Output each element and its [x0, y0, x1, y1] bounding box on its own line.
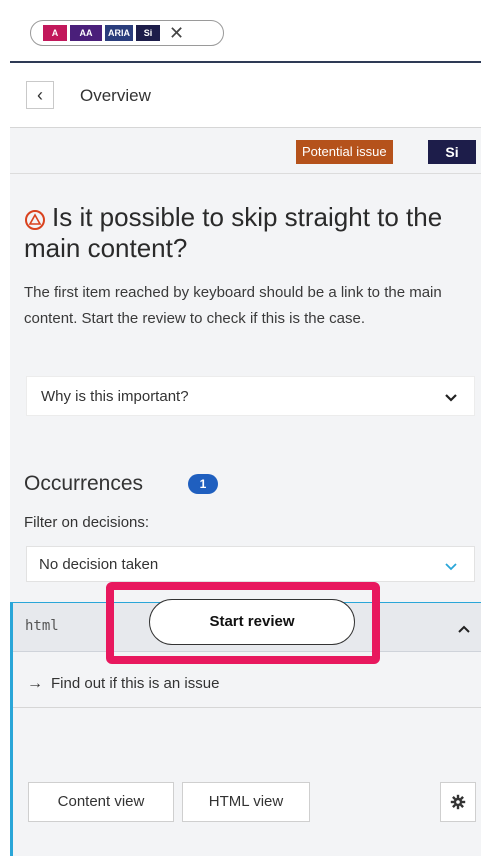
top-toolbar: A AA ARIA Si ✕ — [0, 0, 481, 62]
filter-label: Filter on decisions: — [24, 514, 150, 531]
gear-icon — [450, 794, 466, 810]
divider — [13, 707, 481, 708]
why-important-label: Why is this important? — [41, 388, 189, 405]
nav-bar: ‹ Overview — [10, 63, 481, 128]
tag-filter-pill[interactable]: A AA ARIA Si ✕ — [30, 20, 224, 46]
divider — [10, 173, 481, 174]
check-panel: Potential issue Si Is it possible to ski… — [10, 128, 481, 856]
content-view-button[interactable]: Content view — [28, 782, 174, 822]
category-badge: Si — [428, 140, 476, 164]
page-title: Is it possible to skip straight to the m… — [24, 202, 443, 263]
why-important-toggle[interactable]: Why is this important? — [26, 376, 475, 416]
back-button[interactable]: ‹ — [26, 81, 54, 109]
occurrence-code: html — [25, 618, 59, 634]
tag-aria[interactable]: ARIA — [105, 25, 133, 41]
nav-title: Overview — [80, 86, 151, 105]
status-badge: Potential issue — [296, 140, 393, 164]
occurrences-heading: Occurrences — [24, 472, 144, 495]
chevron-down-icon — [444, 559, 458, 577]
settings-button[interactable] — [440, 782, 476, 822]
find-out-row: → Find out if this is an issue — [27, 675, 219, 693]
html-view-button[interactable]: HTML view — [182, 782, 310, 822]
decision-filter-value: No decision taken — [39, 556, 159, 573]
chevron-up-icon[interactable] — [457, 621, 471, 639]
chevron-down-icon — [444, 390, 458, 408]
tag-a[interactable]: A — [43, 25, 67, 41]
tag-aa[interactable]: AA — [70, 25, 102, 41]
warning-triangle-icon — [25, 210, 45, 230]
occurrences-count-badge: 1 — [188, 474, 218, 494]
decision-filter-select[interactable]: No decision taken — [26, 546, 475, 582]
start-review-button[interactable]: Start review — [149, 599, 355, 645]
tag-si[interactable]: Si — [136, 25, 160, 41]
find-out-label: Find out if this is an issue — [51, 675, 220, 692]
check-description: The first item reached by keyboard shoul… — [24, 284, 442, 327]
arrow-right-icon: → — [27, 675, 43, 692]
close-icon[interactable]: ✕ — [169, 24, 184, 42]
